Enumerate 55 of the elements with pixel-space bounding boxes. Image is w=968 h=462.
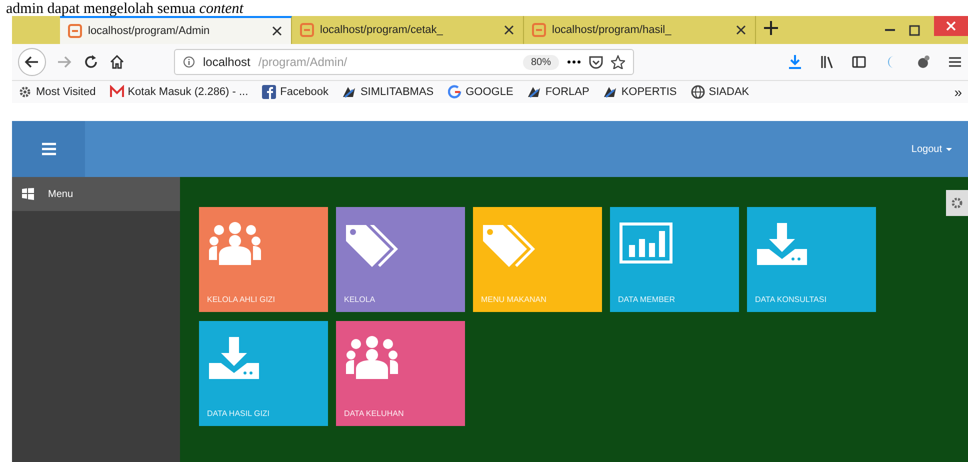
settings-button[interactable] (946, 190, 968, 216)
home-icon[interactable] (110, 55, 124, 69)
google-icon (448, 85, 462, 99)
pocket-icon[interactable] (589, 55, 603, 69)
close-icon (946, 21, 956, 31)
sidebar-item[interactable]: Menu (12, 177, 180, 211)
bookmark[interactable]: GOOGLE (448, 85, 514, 99)
star-icon[interactable] (611, 55, 625, 69)
bookmark[interactable]: Facebook (262, 85, 328, 99)
more-bookmarks-button[interactable]: » (954, 84, 962, 100)
people-icon (207, 221, 263, 267)
menu-button[interactable] (12, 121, 85, 177)
page-icon (532, 23, 546, 37)
caret-icon (946, 148, 952, 150)
reload-icon[interactable] (84, 55, 98, 69)
bookmark[interactable]: SIMLITABMAS (342, 85, 434, 99)
url-text: localhost (203, 55, 250, 69)
windows-icon (22, 188, 34, 200)
maximize-icon[interactable] (909, 24, 920, 36)
caption-text: admin dapat mengelolah semua content (6, 1, 244, 17)
url-path: /program/Admin/ (258, 55, 348, 69)
gear-icon (18, 85, 32, 99)
info-icon (183, 56, 195, 68)
menu-icon (42, 142, 56, 156)
people-icon (344, 335, 400, 381)
logo-icon (527, 85, 542, 99)
page-icon (300, 23, 314, 37)
download-icon[interactable] (788, 55, 802, 69)
address-bar[interactable]: localhost /program/Admin/ 80% (174, 49, 634, 75)
close-icon (503, 24, 515, 36)
menu-icon[interactable] (948, 55, 962, 69)
back-button[interactable] (18, 48, 46, 76)
bookmark[interactable]: KOPERTIS (603, 85, 677, 99)
bookmark[interactable]: FORLAP (527, 85, 590, 99)
close-icon (735, 24, 747, 36)
settings-icon (950, 196, 964, 210)
close-icon (271, 25, 283, 37)
browser-tab[interactable]: localhost/program/Admin (60, 16, 292, 44)
facebook-icon (262, 85, 276, 99)
library-icon[interactable] (820, 55, 834, 69)
mail-icon (110, 85, 124, 99)
close-window-button[interactable] (934, 16, 968, 36)
more-actions-icon[interactable] (567, 60, 581, 64)
bookmark[interactable]: SIADAK (690, 85, 750, 99)
sidebar-icon[interactable] (852, 55, 866, 69)
logo-icon (603, 85, 618, 99)
logout-menu[interactable]: Logout (911, 144, 968, 154)
bookmark[interactable]: Kotak Masuk (2.286) - ... (110, 85, 248, 99)
zoom-level[interactable]: 80% (522, 54, 559, 70)
logo-icon (342, 85, 356, 99)
globe-icon (690, 85, 705, 99)
page-icon (68, 24, 82, 38)
new-tab-icon[interactable] (764, 20, 778, 34)
back-arrow-icon (24, 55, 40, 69)
bookmark[interactable]: Most Visited (18, 85, 96, 99)
